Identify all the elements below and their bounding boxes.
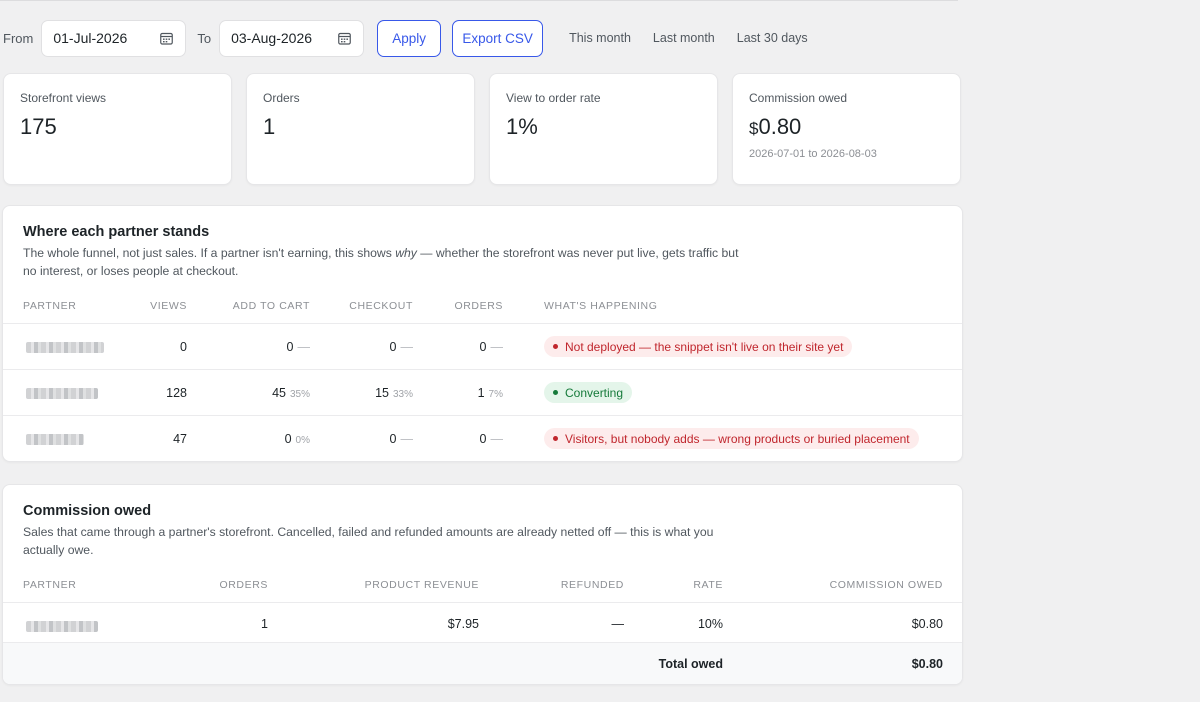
top-divider <box>0 0 958 1</box>
checkout-cell: 0— <box>389 340 413 354</box>
commission-amount: 0.80 <box>758 114 802 139</box>
orders-cell: 0— <box>479 432 503 446</box>
calendar-icon[interactable] <box>160 32 174 45</box>
status-badge: Visitors, but nobody adds — wrong produc… <box>544 428 919 449</box>
checkout-cell: 0— <box>389 432 413 446</box>
col-header-orders: Orders <box>219 579 268 591</box>
stat-value: 1 <box>263 114 276 139</box>
from-label: From <box>3 30 34 46</box>
col-header-orders: Orders <box>454 300 503 312</box>
col-header-checkout: Checkout <box>349 300 413 312</box>
divider <box>3 415 962 416</box>
status-dot-icon <box>553 344 558 349</box>
orders-cell: 0— <box>479 340 503 354</box>
col-header-rate: Rate <box>693 579 723 591</box>
export-csv-button[interactable]: Export CSV <box>452 19 544 57</box>
panel-title: Commission owed <box>23 503 152 519</box>
status-dot-icon <box>553 436 558 441</box>
to-date-value: 03-Aug-2026 <box>231 30 313 46</box>
panel-description: Sales that came through a partner's stor… <box>23 525 714 557</box>
col-header-commission-owed: Commission owed <box>829 579 943 591</box>
orders-cell: 1 <box>261 617 268 631</box>
stat-value: $0.80 <box>749 114 944 140</box>
status-dot-icon <box>553 390 558 395</box>
quick-range-this-month[interactable]: This month <box>569 31 631 45</box>
commission-owed-cell: $0.80 <box>911 617 943 631</box>
stat-label: View to order rate <box>506 91 601 105</box>
commission-owed-panel: Commission owed Sales that came through … <box>2 484 963 685</box>
col-header-status: What's happening <box>544 300 658 312</box>
col-header-product-revenue: Product revenue <box>364 579 479 591</box>
stat-label: Commission owed <box>749 91 848 105</box>
add-to-cart-cell: 0— <box>286 340 310 354</box>
quick-range-last-30-days[interactable]: Last 30 days <box>737 31 808 45</box>
stat-card-orders: Orders 1 <box>246 73 475 185</box>
views-cell: 0 <box>180 340 187 354</box>
redacted-partner-name <box>26 621 98 632</box>
date-filter-bar: From 01-Jul-2026 To 03-Aug-2026 Apply Ex… <box>0 19 808 57</box>
redacted-partner-name <box>26 434 84 445</box>
stat-card-conversion-rate: View to order rate 1% <box>489 73 718 185</box>
divider <box>3 323 962 324</box>
calendar-icon[interactable] <box>338 32 351 45</box>
to-date-input[interactable]: 03-Aug-2026 <box>219 19 365 57</box>
stat-card-commission: Commission owed $0.80 2026-07-01 to 2026… <box>732 73 961 185</box>
divider <box>3 369 962 370</box>
total-owed-value: $0.80 <box>911 657 943 671</box>
stat-value: 1% <box>506 114 538 139</box>
divider <box>3 602 962 603</box>
status-badge: Not deployed — the snippet isn't live on… <box>544 336 853 357</box>
from-date-input[interactable]: 01-Jul-2026 <box>41 19 187 57</box>
total-row: Total owed $0.80 <box>3 643 962 684</box>
from-date-value: 01-Jul-2026 <box>53 30 128 46</box>
redacted-partner-name <box>26 388 98 399</box>
partner-funnel-panel: Where each partner stands The whole funn… <box>2 205 963 462</box>
to-label: To <box>197 30 212 46</box>
checkout-cell: 15 33% <box>375 386 413 400</box>
quick-range-last-month[interactable]: Last month <box>653 31 715 45</box>
panel-title: Where each partner stands <box>23 224 210 240</box>
rate-cell: 10% <box>697 617 723 631</box>
redacted-partner-name <box>26 342 104 353</box>
col-header-partner: Partner <box>23 300 77 312</box>
views-cell: 128 <box>166 386 187 400</box>
apply-button[interactable]: Apply <box>377 19 442 57</box>
col-header-views: Views <box>150 300 187 312</box>
stat-label: Orders <box>263 91 300 105</box>
stat-date-range: 2026-07-01 to 2026-08-03 <box>749 148 877 160</box>
panel-description: The whole funnel, not just sales. If a p… <box>23 246 739 278</box>
orders-cell: 1 7% <box>477 386 503 400</box>
stat-card-views: Storefront views 175 <box>3 73 232 185</box>
status-badge: Converting <box>544 382 633 403</box>
col-header-refunded: Refunded <box>560 579 624 591</box>
views-cell: 47 <box>173 432 187 446</box>
add-to-cart-cell: 45 35% <box>272 386 310 400</box>
col-header-add-to-cart: Add to cart <box>232 300 310 312</box>
add-to-cart-cell: 0 0% <box>284 432 310 446</box>
stat-label: Storefront views <box>20 91 107 105</box>
stat-value: 175 <box>20 114 57 139</box>
col-header-partner: Partner <box>23 579 77 591</box>
revenue-cell: $7.95 <box>447 617 479 631</box>
refunded-cell: — <box>611 617 625 631</box>
total-owed-label: Total owed <box>658 657 723 671</box>
